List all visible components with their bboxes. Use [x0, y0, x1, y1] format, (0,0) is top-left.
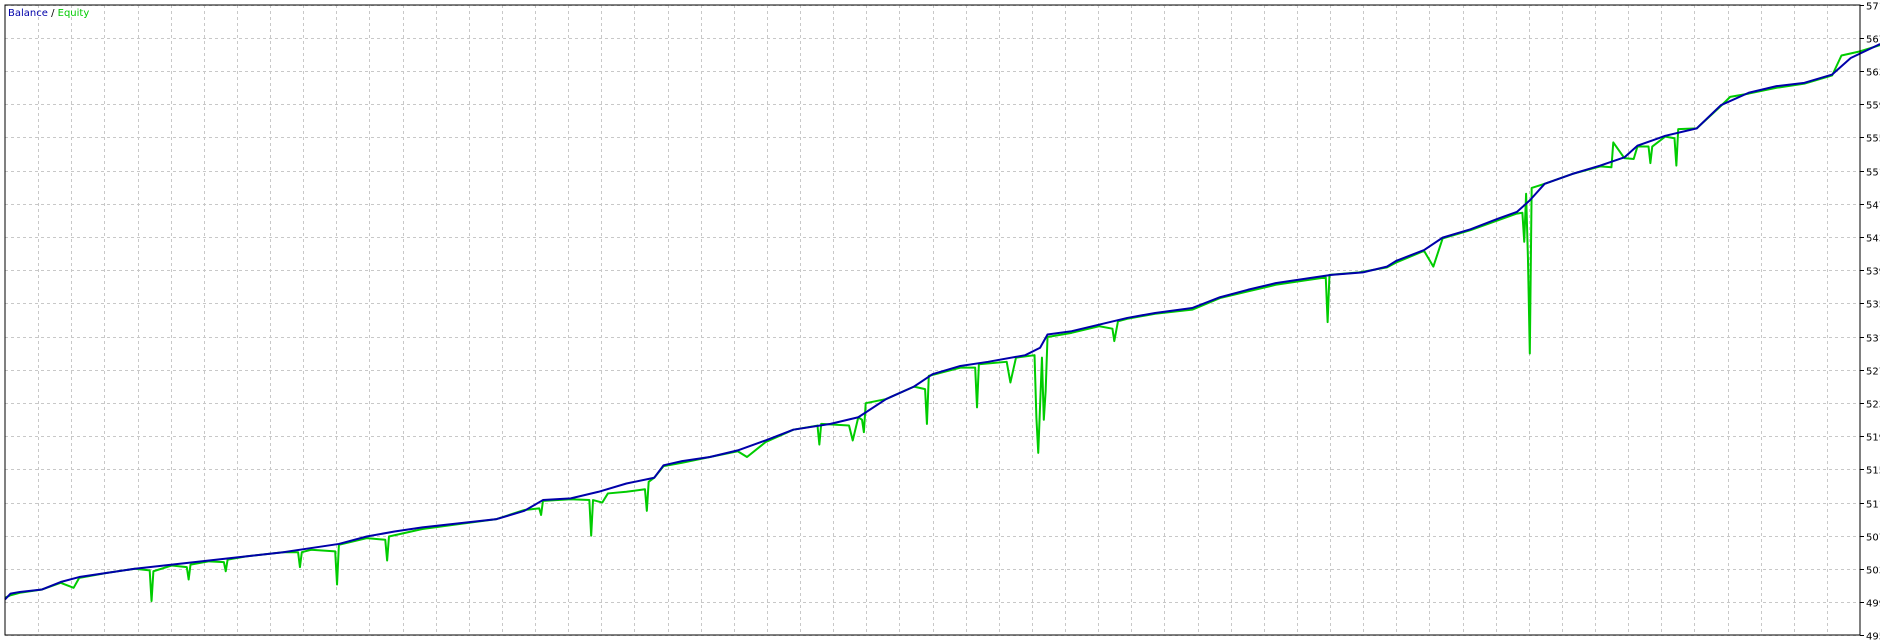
- y-tick-label: 5676: [1866, 35, 1880, 46]
- y-tick-label: 5115: [1866, 500, 1880, 511]
- y-tick-label: 5356: [1866, 300, 1880, 311]
- y-tick-label: 5075: [1866, 533, 1880, 544]
- y-tick-label: 5315: [1866, 334, 1880, 345]
- y-tick-label: 5436: [1866, 234, 1880, 245]
- y-tick-label: 5275: [1866, 367, 1880, 378]
- legend-equity: Equity: [58, 8, 90, 19]
- y-tick-label: 5035: [1866, 566, 1880, 577]
- chart-svg: 4955 4995 5035 5075 5115 5155 5195 5235 5275 5315…: [4, 2, 1880, 643]
- balance-equity-chart: 4955 4995 5035 5075 5115 5155 5195 5235 5275 5315…: [0, 0, 1880, 644]
- y-tick-label: 5235: [1866, 400, 1880, 411]
- legend-separator: /: [48, 8, 58, 19]
- y-axis-ticks: 4955 4995 5035 5075 5115 5155 5195 5235 5275 5315…: [1860, 2, 1880, 643]
- y-tick-label: 5476: [1866, 201, 1880, 212]
- y-tick-label: 5396: [1866, 267, 1880, 278]
- y-tick-label: 4955: [1866, 632, 1880, 643]
- y-tick-label: 5516: [1866, 168, 1880, 179]
- y-tick-label: 5556: [1866, 134, 1880, 145]
- y-tick-label: 5195: [1866, 433, 1880, 444]
- y-tick-label: 5596: [1866, 101, 1880, 112]
- legend: Balance / Equity: [8, 8, 89, 19]
- legend-balance: Balance: [8, 8, 48, 19]
- y-tick-label: 5155: [1866, 466, 1880, 477]
- y-tick-label: 4995: [1866, 599, 1880, 610]
- y-tick-label: 5636: [1866, 68, 1880, 79]
- plot-background: [5, 5, 1860, 635]
- y-tick-label: 5716: [1866, 2, 1880, 13]
